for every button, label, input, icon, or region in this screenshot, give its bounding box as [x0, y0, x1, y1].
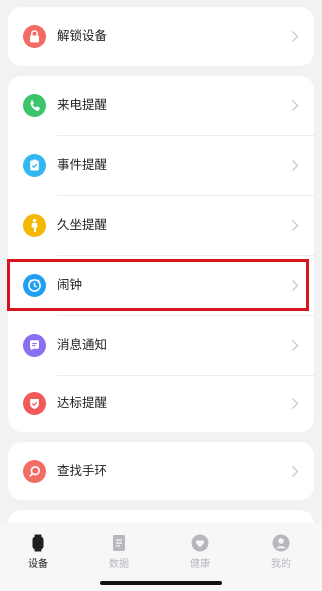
- menu-item-label: 闹钟: [57, 278, 83, 292]
- chevron-right-icon: [291, 159, 299, 172]
- phone-icon: [23, 94, 46, 117]
- tab-mine[interactable]: 我的: [249, 531, 313, 577]
- menu-item-label: 来电提醒: [57, 98, 108, 112]
- reminders-card: 来电提醒 事件提醒 久坐提醒 闹钟 消息通知 达标提醒: [8, 76, 314, 432]
- menu-item-label: 久坐提醒: [57, 218, 108, 232]
- menu-item-label: 消息通知: [57, 338, 108, 352]
- menu-item-message-notification[interactable]: 消息通知: [8, 316, 314, 375]
- menu-item-label: 查找手环: [57, 464, 108, 478]
- heart-icon: [190, 533, 210, 553]
- chevron-right-icon: [291, 99, 299, 112]
- chevron-right-icon: [291, 339, 299, 352]
- document-icon: [109, 533, 129, 553]
- chevron-right-icon: [291, 465, 299, 478]
- tab-health[interactable]: 健康: [168, 531, 232, 577]
- search-icon: [23, 460, 46, 483]
- person-icon: [23, 214, 46, 237]
- menu-item-find-band[interactable]: 查找手环: [8, 442, 314, 500]
- menu-item-call-reminder[interactable]: 来电提醒: [8, 76, 314, 135]
- menu-item-label: 达标提醒: [57, 396, 108, 410]
- chevron-right-icon: [291, 219, 299, 232]
- menu-item-event-reminder[interactable]: 事件提醒: [8, 136, 314, 195]
- tab-label: 设备: [28, 559, 48, 570]
- menu-item-alarm[interactable]: 闹钟: [8, 256, 314, 315]
- tab-data[interactable]: 数据: [87, 531, 151, 577]
- chevron-right-icon: [291, 397, 299, 410]
- watch-icon: [28, 533, 48, 553]
- unlock-card: 解锁设备: [8, 7, 314, 66]
- find-band-card: 查找手环: [8, 442, 314, 500]
- menu-item-unlock-device[interactable]: 解锁设备: [8, 7, 314, 66]
- home-indicator[interactable]: [100, 581, 222, 585]
- chevron-right-icon: [291, 279, 299, 292]
- calendar-check-icon: [23, 154, 46, 177]
- menu-item-goal-reminder[interactable]: 达标提醒: [8, 374, 314, 432]
- clock-icon: [23, 274, 46, 297]
- shield-check-icon: [23, 392, 46, 415]
- chevron-right-icon: [291, 30, 299, 43]
- menu-item-sedentary-reminder[interactable]: 久坐提醒: [8, 196, 314, 255]
- tab-label: 数据: [109, 559, 129, 570]
- profile-icon: [271, 533, 291, 553]
- message-icon: [23, 334, 46, 357]
- menu-item-label: 解锁设备: [57, 29, 108, 43]
- tab-label: 我的: [271, 559, 291, 570]
- lock-icon: [23, 25, 46, 48]
- menu-item-label: 事件提醒: [57, 158, 108, 172]
- tab-label: 健康: [190, 559, 210, 570]
- tab-device[interactable]: 设备: [6, 531, 70, 577]
